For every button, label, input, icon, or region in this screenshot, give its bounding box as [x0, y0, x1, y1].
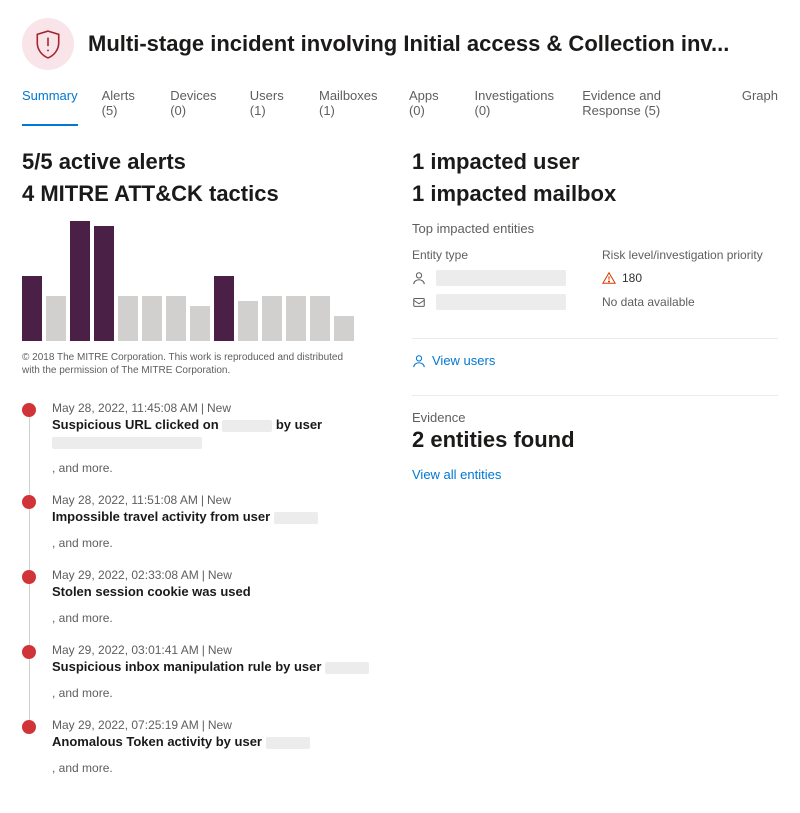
timeline-timestamp: May 29, 2022, 03:01:41 AM|New [52, 643, 372, 657]
tab-users-1[interactable]: Users (1) [250, 82, 295, 126]
timeline-item[interactable]: May 29, 2022, 03:01:41 AM|New Suspicious … [22, 643, 372, 718]
mitre-bar [118, 296, 138, 341]
timeline-item[interactable]: May 28, 2022, 11:51:08 AM|New Impossible … [22, 493, 372, 568]
col-entity-type: Entity type [412, 248, 602, 262]
tab-investigations-0[interactable]: Investigations (0) [475, 82, 559, 126]
timeline-item[interactable]: May 28, 2022, 11:45:08 AM|New Suspicious … [22, 401, 372, 493]
severity-dot-icon [22, 403, 36, 417]
tabs: Summary Alerts (5) Devices (0) Users (1) Mai… [22, 82, 778, 126]
timeline-connector [29, 415, 30, 495]
tab-evidence-and-response-5[interactable]: Evidence and Response (5) [582, 82, 718, 126]
divider [412, 395, 778, 396]
entity-name-redacted [436, 270, 566, 286]
tab-apps-0[interactable]: Apps (0) [409, 82, 451, 126]
alerts-heading-2: 4 MITRE ATT&CK tactics [22, 180, 372, 208]
mitre-tactics-chart [22, 221, 372, 341]
mitre-bar [334, 316, 354, 341]
entity-name-redacted [436, 294, 566, 310]
timeline-more: , and more. [52, 761, 372, 775]
entity-risk: No data available [602, 295, 778, 309]
mitre-bar [22, 276, 42, 341]
evidence-label: Evidence [412, 410, 778, 425]
timeline-timestamp: May 28, 2022, 11:45:08 AM|New [52, 401, 372, 415]
timeline-timestamp: May 29, 2022, 07:25:19 AM|New [52, 718, 372, 732]
view-all-entities-label: View all entities [412, 467, 501, 482]
severity-dot-icon [22, 495, 36, 509]
timeline-title: Stolen session cookie was used [52, 584, 372, 599]
impacted-user-heading: 1 impacted user [412, 148, 778, 176]
mitre-bar [214, 276, 234, 341]
timeline-title: Impossible travel activity from user [52, 509, 372, 524]
page-title: Multi-stage incident involving Initial a… [88, 31, 729, 57]
view-users-label: View users [432, 353, 495, 368]
timeline-more: , and more. [52, 536, 372, 550]
tab-mailboxes-1[interactable]: Mailboxes (1) [319, 82, 385, 126]
entity-row[interactable]: 180 [412, 266, 778, 290]
view-all-entities-link[interactable]: View all entities [412, 467, 501, 482]
user-icon [412, 354, 426, 368]
timeline-more: , and more. [52, 461, 372, 475]
mitre-copyright: © 2018 The MITRE Corporation. This work … [22, 351, 352, 377]
severity-dot-icon [22, 720, 36, 734]
mailbox-icon [412, 295, 428, 309]
alerts-heading-1: 5/5 active alerts [22, 148, 372, 176]
entity-risk: 180 [602, 271, 778, 285]
view-users-link[interactable]: View users [412, 353, 495, 368]
timeline-connector [29, 657, 30, 720]
severity-dot-icon [22, 570, 36, 584]
timeline-more: , and more. [52, 686, 372, 700]
timeline-connector [29, 582, 30, 645]
evidence-heading: 2 entities found [412, 427, 778, 453]
tab-graph[interactable]: Graph [742, 82, 778, 126]
timeline-item[interactable]: May 29, 2022, 07:25:19 AM|New Anomalous T… [22, 718, 372, 793]
mitre-bar [94, 226, 114, 341]
tab-summary[interactable]: Summary [22, 82, 78, 126]
alert-timeline: May 28, 2022, 11:45:08 AM|New Suspicious … [22, 401, 372, 793]
timeline-connector [29, 507, 30, 570]
user-icon [412, 271, 428, 285]
mitre-bar [286, 296, 306, 341]
timeline-item[interactable]: May 29, 2022, 02:33:08 AM|New Stolen sess… [22, 568, 372, 643]
mitre-bar [190, 306, 210, 341]
divider [412, 338, 778, 339]
mitre-bar [262, 296, 282, 341]
impacted-entities-table: Entity type Risk level/investigation pri… [412, 244, 778, 314]
timeline-timestamp: May 28, 2022, 11:51:08 AM|New [52, 493, 372, 507]
mitre-bar [70, 221, 90, 341]
mitre-bar [46, 296, 66, 341]
timeline-redacted [52, 434, 372, 449]
mitre-bar [166, 296, 186, 341]
incident-header: Multi-stage incident involving Initial a… [22, 18, 778, 70]
timeline-timestamp: May 29, 2022, 02:33:08 AM|New [52, 568, 372, 582]
mitre-bar [142, 296, 162, 341]
top-impacted-label: Top impacted entities [412, 221, 778, 236]
severity-dot-icon [22, 645, 36, 659]
col-risk-level: Risk level/investigation priority [602, 248, 778, 262]
timeline-title: Anomalous Token activity by user [52, 734, 372, 749]
shield-icon [22, 18, 74, 70]
entity-row[interactable]: No data available [412, 290, 778, 314]
timeline-title: Suspicious inbox manipulation rule by us… [52, 659, 372, 674]
timeline-title: Suspicious URL clicked on by user [52, 417, 372, 432]
tab-devices-0[interactable]: Devices (0) [170, 82, 226, 126]
impacted-mailbox-heading: 1 impacted mailbox [412, 180, 778, 208]
tab-alerts-5[interactable]: Alerts (5) [102, 82, 147, 126]
timeline-more: , and more. [52, 611, 372, 625]
mitre-bar [310, 296, 330, 341]
mitre-bar [238, 301, 258, 341]
